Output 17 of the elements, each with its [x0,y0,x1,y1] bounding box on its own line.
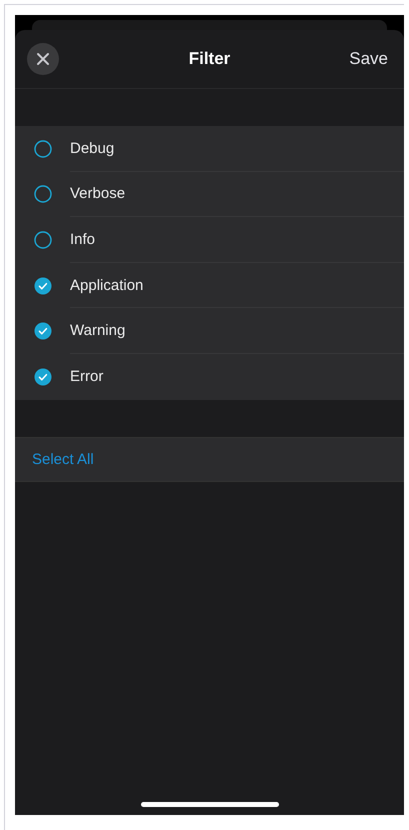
checked-circle-icon[interactable] [34,368,52,386]
checked-circle-icon[interactable] [34,276,52,295]
level-label: Info [70,230,96,248]
checked-circle-icon[interactable] [34,322,52,340]
level-label: Verbose [70,185,126,202]
empty-circle-icon[interactable] [34,185,52,204]
close-button[interactable] [27,43,59,75]
save-button[interactable]: Save [349,49,388,69]
empty-circle-icon[interactable] [34,230,52,249]
level-label: Debug [70,140,114,157]
level-label: Error [70,368,104,386]
level-label: Warning [70,322,126,340]
empty-circle-icon[interactable] [34,140,52,158]
close-icon [36,52,50,66]
sheet-title: Filter [188,49,230,69]
select-all-button[interactable]: Select All [15,436,404,482]
level-label: Application [70,276,144,294]
